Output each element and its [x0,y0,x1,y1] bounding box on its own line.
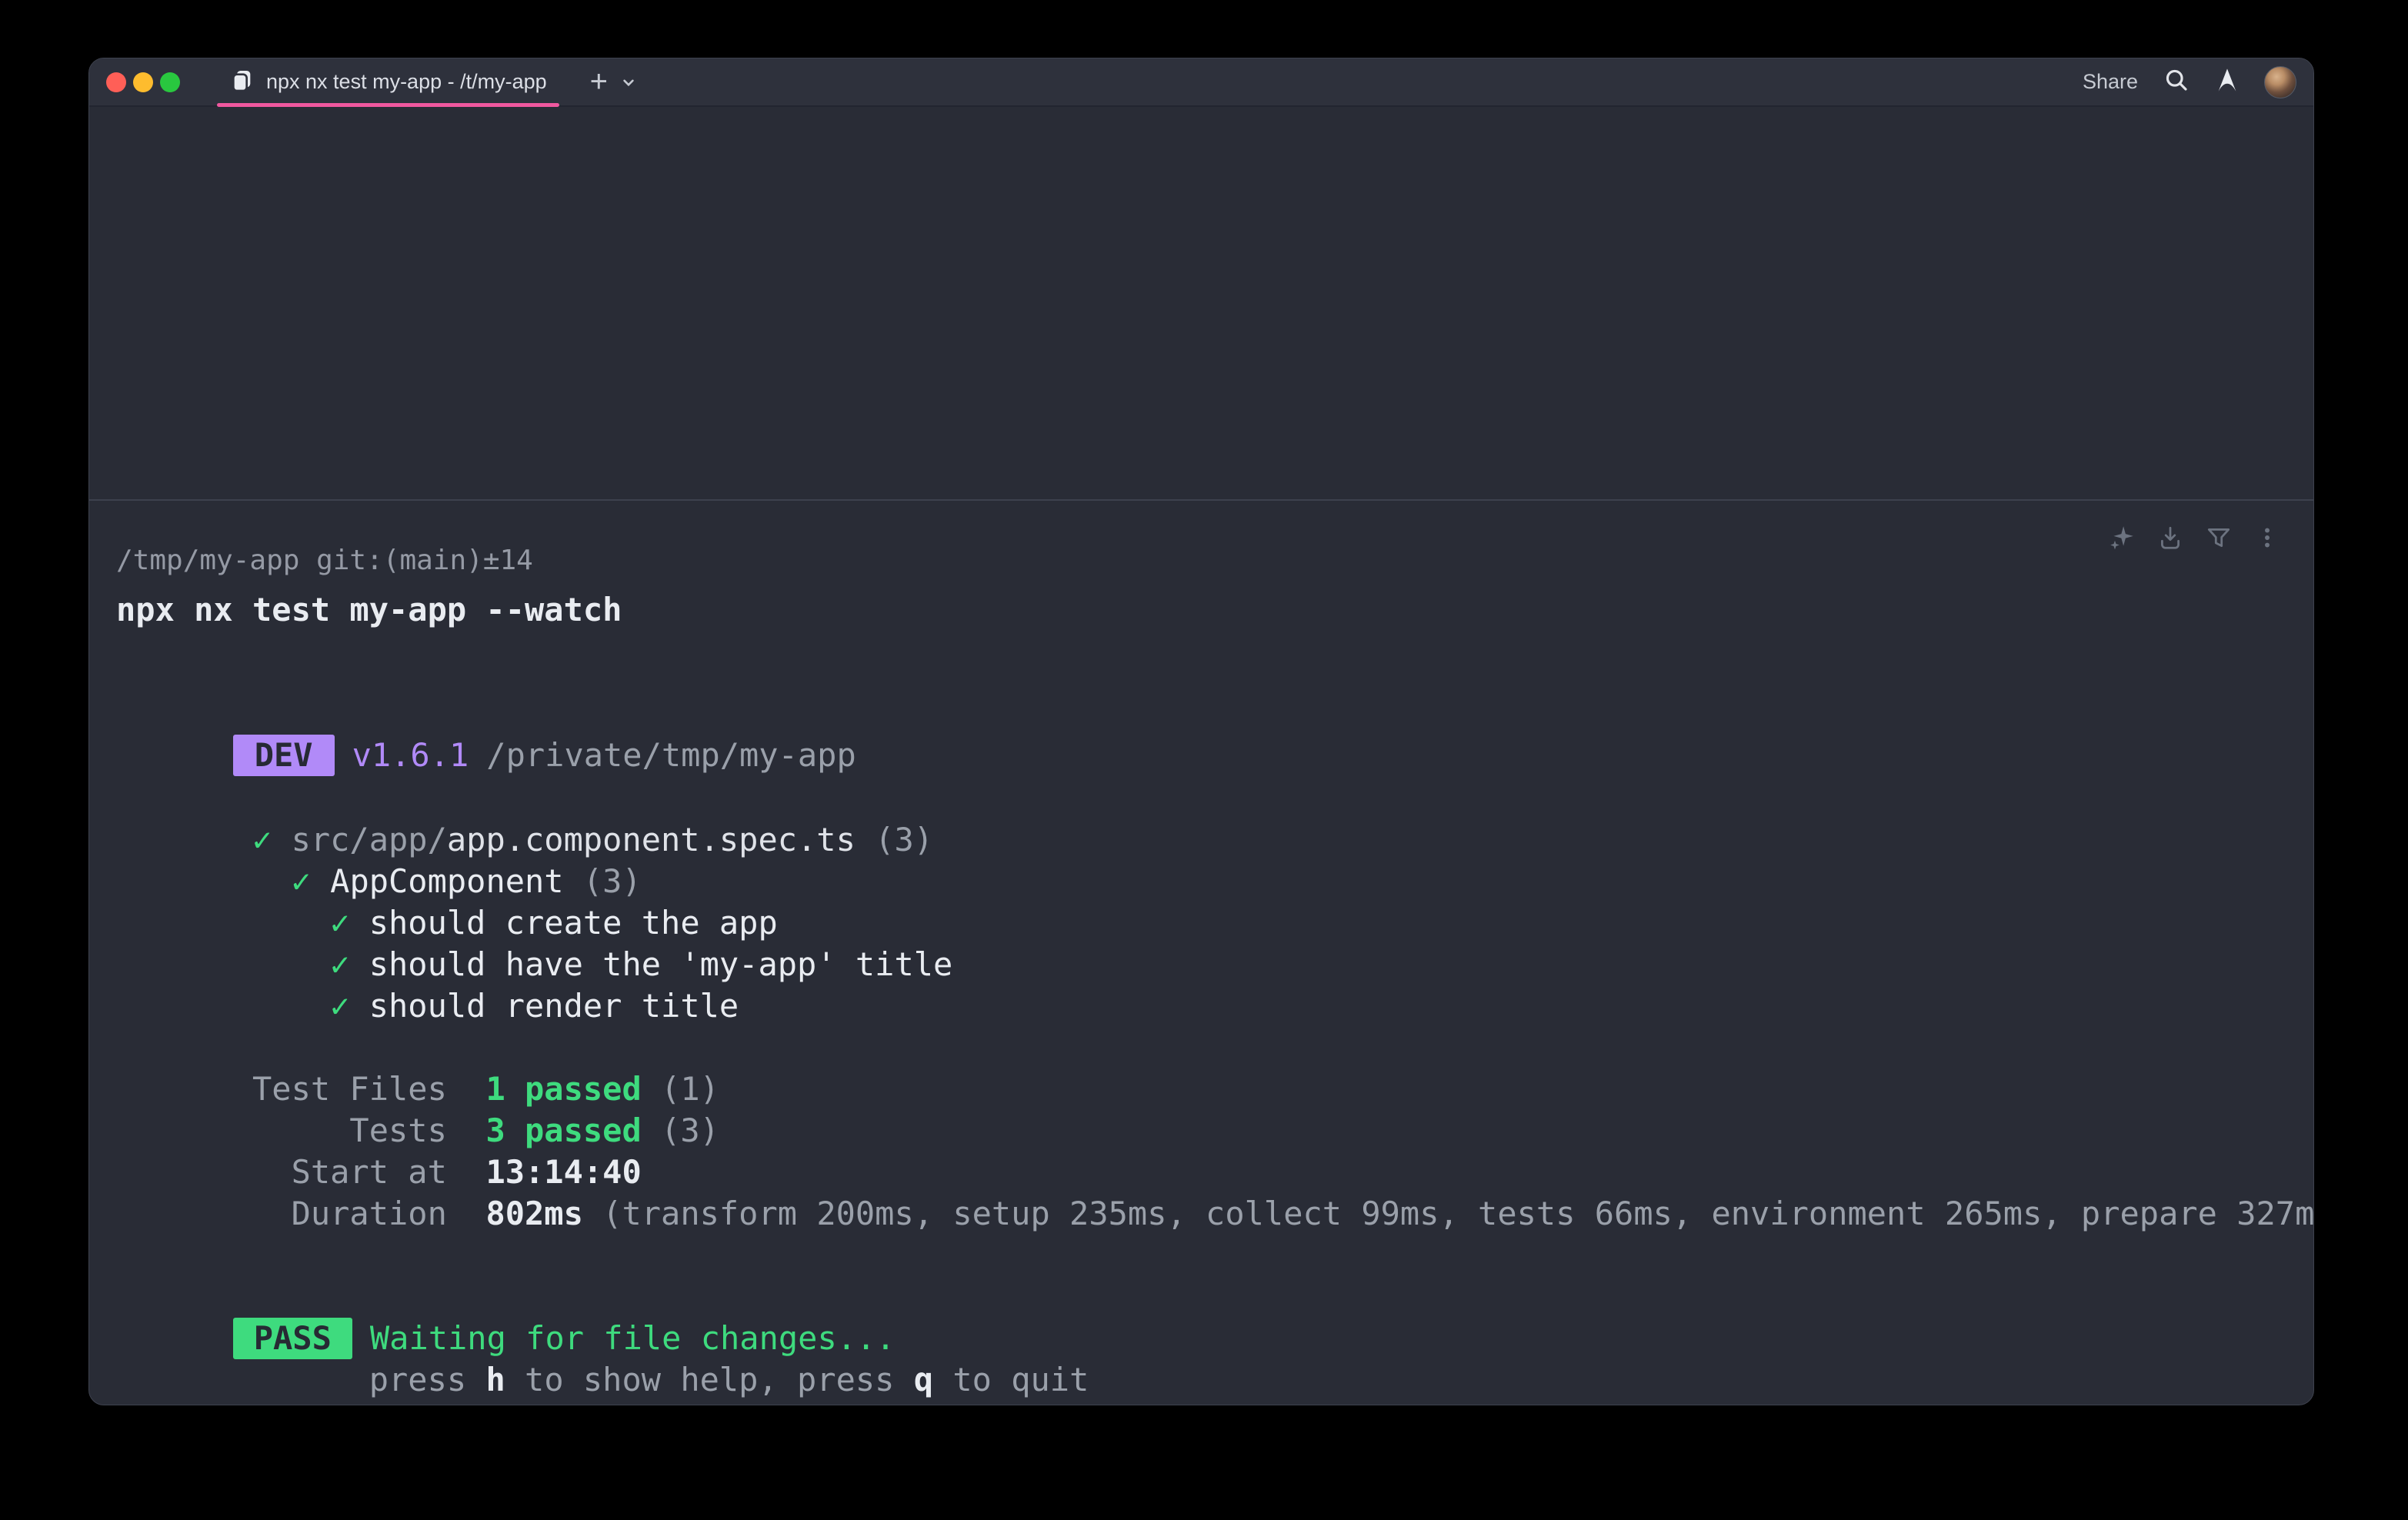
titlebar: npx nx test my-app - /t/my-app + Share [89,58,2313,107]
user-avatar[interactable] [2264,66,2296,98]
help-key: h [485,1361,505,1398]
summary-test-files: Test Files 1 passed (1) [116,1027,2281,1068]
check-icon: ✓ [233,821,292,858]
chevron-down-icon[interactable] [619,72,639,92]
check-icon: ✓ [233,987,369,1025]
command-block: /tmp/my-app git:(main)±14 npx nx test my… [89,501,2313,1359]
close-window-button[interactable] [106,72,126,92]
download-icon[interactable] [2156,524,2184,552]
quit-key: q [914,1361,933,1398]
search-icon[interactable] [2163,66,2190,98]
filter-icon[interactable] [2205,524,2233,552]
check-icon: ✓ [233,904,369,942]
project-path: /private/tmp/my-app [486,736,855,774]
kebab-menu-icon[interactable] [2253,524,2281,552]
watch-status-message: Waiting for file changes... [370,1319,895,1357]
active-tab-indicator [217,103,559,107]
window-controls [106,72,180,92]
sparkles-icon[interactable] [2108,524,2136,552]
command-text[interactable]: npx nx test my-app --watch [116,589,2281,631]
watch-status-line: PASSWaiting for file changes... [116,1276,2281,1318]
zoom-window-button[interactable] [160,72,180,92]
terminal-window: npx nx test my-app - /t/my-app + Share [88,58,2314,1405]
block-toolbar [2108,524,2281,552]
test-file-line: ✓ src/app/app.component.spec.ts (3) [116,778,2281,819]
tabs-icon [229,68,254,96]
terminal-tab[interactable]: npx nx test my-app - /t/my-app [215,58,561,105]
new-tab-button[interactable]: + [584,58,614,106]
shell-prompt: /tmp/my-app git:(main)±14 [116,540,2281,582]
check-icon: ✓ [233,862,330,900]
vite-version: v1.6.1 [352,736,469,774]
warp-logo[interactable] [2215,66,2240,98]
vite-dev-line: DEVv1.6.1/private/tmp/my-app [116,693,2281,735]
check-icon: ✓ [233,945,369,983]
dev-badge: DEV [233,735,335,776]
previous-block-area [89,107,2313,501]
share-button[interactable]: Share [2083,70,2138,94]
titlebar-right: Share [2083,66,2296,98]
minimize-window-button[interactable] [133,72,153,92]
tab-title: npx nx test my-app - /t/my-app [266,70,547,94]
pass-badge: PASS [233,1318,352,1359]
